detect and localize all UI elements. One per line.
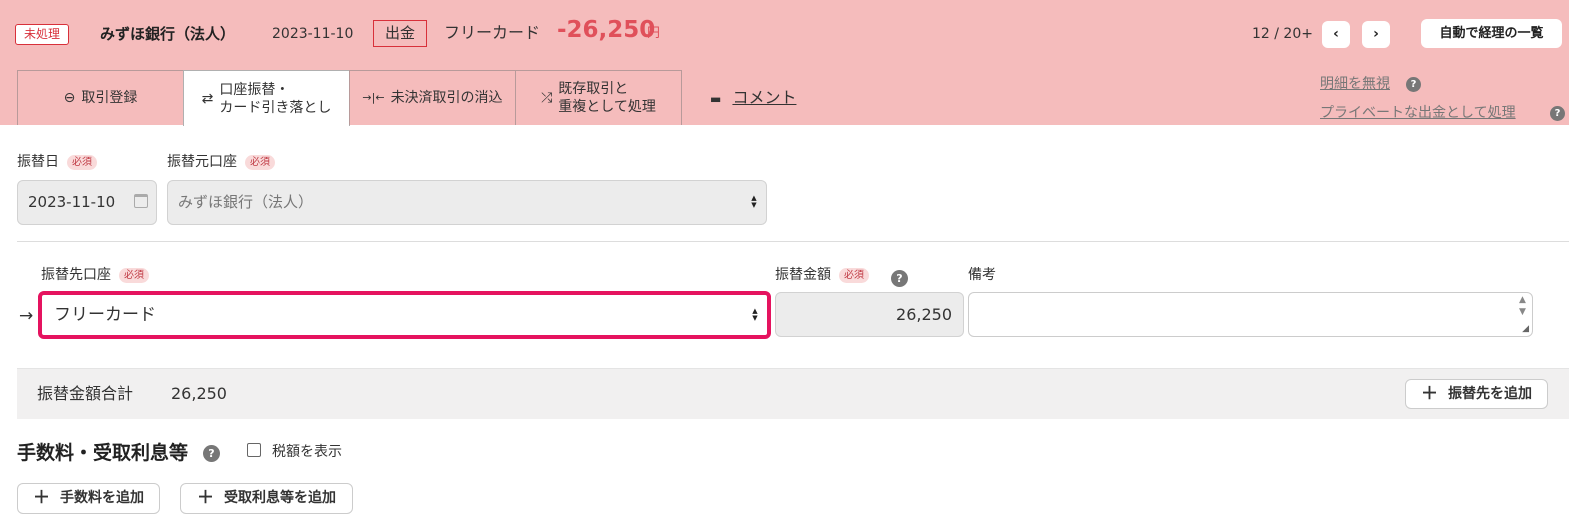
- resize-grip-icon[interactable]: ◢: [1522, 325, 1529, 334]
- dest-account-label: 振替先口座 必須: [41, 265, 149, 285]
- action-tabs: ⊖ 取引登録 ⇄ 口座振替・ カード引き落とし →|← 未決済取引の消込 ⤮ 既…: [17, 70, 682, 126]
- arrow-right-icon: →: [19, 306, 34, 326]
- date-value: 2023-11-10: [28, 193, 116, 211]
- transaction-type-badge: 出金: [373, 20, 427, 47]
- show-tax-checkbox[interactable]: [247, 443, 261, 457]
- transaction-header: 未処理 みずほ銀行（法人） 2023-11-10 出金 フリーカード -26,2…: [0, 0, 1569, 126]
- required-badge: 必須: [67, 155, 97, 170]
- scroll-arrows-icon[interactable]: ▲ ▼: [1515, 294, 1530, 318]
- plus-icon: ＋: [197, 488, 214, 508]
- transfer-total-bar: 振替金額合計 26,250 ＋ 振替先を追加: [17, 368, 1569, 419]
- required-badge: 必須: [245, 155, 275, 170]
- tab-label: 取引登録: [81, 90, 138, 106]
- plus-icon: ＋: [33, 488, 50, 508]
- tab-comment[interactable]: ▬ コメント: [710, 87, 796, 110]
- transfer-date-input[interactable]: 2023-11-10: [17, 180, 157, 225]
- total-value: 26,250: [171, 384, 227, 403]
- settle-arrows-icon: →|←: [362, 91, 385, 104]
- label-text: 振替元口座: [167, 154, 237, 170]
- next-button[interactable]: ›: [1362, 21, 1390, 48]
- merge-arrows-icon: ⤮: [541, 90, 553, 106]
- tab-settle-unsettled[interactable]: →|← 未決済取引の消込: [349, 70, 516, 125]
- comment-label: コメント: [732, 88, 797, 107]
- pager-count: 12 / 20+: [1252, 26, 1313, 42]
- help-icon[interactable]: ?: [203, 445, 220, 462]
- tab-account-transfer[interactable]: ⇄ 口座振替・ カード引き落とし: [183, 70, 350, 126]
- plus-icon: ＋: [1421, 384, 1438, 404]
- show-tax-label[interactable]: 税額を表示: [272, 442, 342, 462]
- add-fee-button[interactable]: ＋ 手数料を追加: [17, 483, 160, 514]
- required-badge: 必須: [839, 268, 869, 283]
- divider: [17, 241, 1569, 242]
- chevron-left-icon: ‹: [1333, 26, 1339, 42]
- status-badge: 未処理: [15, 24, 70, 45]
- private-withdrawal-link[interactable]: プライベートな出金として処理: [1320, 103, 1516, 123]
- auto-accounting-list-button[interactable]: 自動で経理の一覧: [1421, 19, 1562, 48]
- amount-label: 振替金額 必須: [775, 265, 869, 285]
- add-interest-button[interactable]: ＋ 受取利息等を追加: [180, 483, 353, 514]
- label-text: 振替日: [17, 154, 59, 170]
- previous-button[interactable]: ‹: [1322, 21, 1350, 48]
- select-value: フリーカード: [54, 305, 156, 325]
- minus-circle-icon: ⊖: [63, 90, 76, 106]
- amount-input: 26,250: [775, 292, 964, 337]
- add-destination-button[interactable]: ＋ 振替先を追加: [1405, 379, 1548, 409]
- select-arrows-icon: ▲ ▼: [751, 194, 757, 209]
- chevron-right-icon: ›: [1373, 26, 1379, 42]
- label-text: 振替先口座: [41, 267, 111, 283]
- transaction-date: 2023-11-10: [272, 26, 354, 42]
- button-label: 手数料を追加: [60, 490, 144, 506]
- comment-icon: ▬: [710, 92, 722, 106]
- help-icon[interactable]: ?: [891, 270, 908, 287]
- total-label: 振替金額合計: [37, 384, 134, 403]
- required-badge: 必須: [119, 268, 149, 283]
- transaction-partner: フリーカード: [444, 23, 541, 42]
- fees-section-title: 手数料・受取利息等: [17, 442, 189, 464]
- tab-label: 未決済取引の消込: [390, 90, 503, 106]
- select-value: みずほ銀行（法人）: [178, 193, 314, 211]
- label-text: 備考: [968, 267, 996, 283]
- help-icon[interactable]: ?: [1550, 106, 1565, 121]
- select-arrows-icon: ▲ ▼: [752, 307, 758, 322]
- button-label: 受取利息等を追加: [224, 490, 336, 506]
- label-text: 振替金額: [775, 267, 831, 283]
- tab-duplicate[interactable]: ⤮ 既存取引と 重複として処理: [515, 70, 682, 125]
- tab-label: 口座振替・ カード引き落とし: [219, 81, 332, 116]
- memo-textarea[interactable]: ▲ ▼ ◢: [968, 292, 1533, 337]
- tab-label: 既存取引と 重複として処理: [558, 81, 656, 115]
- button-label: 振替先を追加: [1448, 386, 1532, 402]
- tab-register-transaction[interactable]: ⊖ 取引登録: [17, 70, 184, 125]
- transfer-arrows-icon: ⇄: [201, 90, 214, 107]
- help-icon[interactable]: ?: [1406, 77, 1421, 92]
- transaction-amount: -26,250: [557, 17, 656, 43]
- transfer-date-label: 振替日 必須: [17, 152, 97, 172]
- memo-label: 備考: [968, 265, 996, 285]
- dest-account-select[interactable]: フリーカード ▲ ▼: [38, 291, 771, 339]
- source-account-select: みずほ銀行（法人） ▲ ▼: [167, 180, 767, 225]
- currency-unit: 円: [647, 26, 661, 41]
- ignore-statement-link[interactable]: 明細を無視: [1320, 74, 1390, 94]
- bank-name: みずほ銀行（法人）: [100, 25, 236, 43]
- calendar-icon[interactable]: [134, 194, 148, 208]
- source-account-label: 振替元口座 必須: [167, 152, 275, 172]
